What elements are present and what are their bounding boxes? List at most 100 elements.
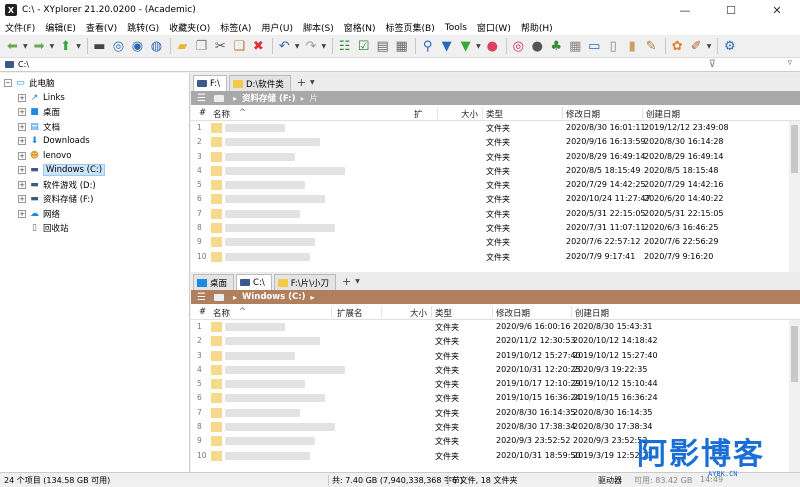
table-row[interactable]: 10 文件夹 2020/7/9 9:17:41 2020/7/9 9:16:20 [191,250,800,264]
hamburger-menu-icon[interactable]: ☰ [197,93,206,104]
column-divider[interactable] [492,306,493,318]
expand-icon[interactable]: + [18,122,26,131]
maximize-button[interactable]: ☐ [708,0,754,20]
paint-icon[interactable]: ✐ [688,38,705,55]
column-extension[interactable]: 扩展名 [337,307,363,319]
table-row[interactable]: 6 文件夹 2020/10/24 11:27:47 2020/6/20 14:40:2… [191,192,800,206]
undo-icon[interactable]: ↶ [276,38,293,55]
menu-user[interactable]: 用户(U) [256,21,298,34]
expand-icon[interactable]: + [18,137,26,146]
paste-icon[interactable]: ❑ [231,38,248,55]
menu-tags[interactable]: 标签(A) [215,21,256,34]
split-vertical-icon[interactable]: ▯ [605,38,622,55]
column-divider[interactable] [562,107,563,119]
table-row[interactable]: 5 文件夹 2019/10/17 12:10:29 2019/10/12 15:10:… [191,377,800,391]
tab-list-dropdown-icon[interactable]: ▼ [355,278,360,285]
column-size[interactable]: 大小 [410,307,427,319]
scrollbar-thumb[interactable] [791,326,798,382]
add-tab-button[interactable]: + [293,76,310,89]
forward-arrow-icon[interactable]: ➡ [31,38,48,55]
table-row[interactable]: 2 文件夹 2020/11/2 12:30:53 2020/10/12 14:18:4… [191,334,800,348]
column-divider[interactable] [571,306,572,318]
expand-icon[interactable]: + [18,151,26,160]
tree-item[interactable]: + ↗ Links [0,91,189,106]
table-row[interactable]: 8 文件夹 2020/7/31 11:07:11 2020/6/3 16:46:25 [191,221,800,235]
breadcrumb-item[interactable]: 片 [309,92,318,104]
vertical-scrollbar[interactable] [789,320,800,472]
breadcrumb-item[interactable]: Windows (C:) [242,292,306,302]
tab-f-drive[interactable]: F:\ [193,75,227,91]
filter-icon[interactable]: ⊽ [709,59,716,70]
lock-icon[interactable]: ▦ [393,38,410,55]
filter-icon[interactable]: ▼ [438,38,455,55]
spiral-icon[interactable]: ◎ [510,38,527,55]
table-row[interactable]: 4 文件夹 2020/10/31 12:20:25 2020/9/3 19:22:35 [191,363,800,377]
menu-panes[interactable]: 窗格(N) [339,21,381,34]
moon-icon[interactable]: ● [529,38,546,55]
tree-item[interactable]: + ■ 桌面 [0,105,189,120]
column-type[interactable]: 类型 [486,108,503,120]
forward-dropdown-icon[interactable]: ▼ [50,43,55,50]
table-row[interactable]: 7 文件夹 2020/5/31 22:15:05 2020/5/31 22:15:05 [191,207,800,221]
expand-icon[interactable]: + [18,108,26,117]
table-row[interactable]: 2 文件夹 2020/9/16 16:13:59 2020/8/30 16:14:28 [191,135,800,149]
column-size[interactable]: 大小 [461,108,478,120]
table-row[interactable]: 3 文件夹 2019/10/12 15:27:40 2019/10/12 15:27:… [191,349,800,363]
menu-script[interactable]: 脚本(S) [298,21,339,34]
tree-item[interactable]: + ☁ 网络 [0,207,189,222]
tree-item[interactable]: + ▤ 文档 [0,120,189,135]
tree-item[interactable]: + ▬ 资料存储 (F:) [0,192,189,207]
column-divider[interactable] [381,306,382,318]
find-icon[interactable]: ◉ [129,38,146,55]
tab-f-knife[interactable]: F:\片\小刀 [273,274,337,290]
table-row[interactable]: 6 文件夹 2019/10/15 16:36:24 2019/10/15 16:36:… [191,391,800,405]
expand-icon[interactable]: + [18,93,26,102]
up-arrow-icon[interactable]: ⬆ [57,38,74,55]
split-horizontal-icon[interactable]: ▭ [586,38,603,55]
column-divider[interactable] [437,107,438,119]
close-button[interactable]: ✕ [754,0,800,20]
tree-icon[interactable]: ♣ [548,38,565,55]
expand-icon[interactable]: + [18,209,26,218]
add-tab-button[interactable]: + [338,275,355,288]
paint-dropdown-icon[interactable]: ▼ [707,43,712,50]
breadcrumb-item[interactable]: 资料存储 (F:) [242,92,295,104]
tab-desktop[interactable]: 桌面 [193,274,235,290]
color-palette-icon[interactable]: ✿ [669,38,686,55]
address-bar[interactable]: C:\ ⊽ ▿ [0,58,800,72]
search-icon[interactable]: ⚲ [419,38,436,55]
tree-view-icon[interactable]: ☷ [336,38,353,55]
expand-icon[interactable]: + [18,195,26,204]
address-dropdown-icon[interactable]: ▿ [787,58,792,68]
column-created[interactable]: 创建日期 [575,307,609,319]
new-folder-icon[interactable]: ▰ [174,38,191,55]
column-divider[interactable] [431,306,432,318]
column-divider[interactable] [482,107,483,119]
menu-go[interactable]: 跳转(G) [122,21,164,34]
column-number[interactable]: # [199,108,206,118]
menu-tabsets[interactable]: 标签页集(B) [381,21,440,34]
minimize-button[interactable]: — [662,0,708,20]
target-icon[interactable]: ◎ [110,38,127,55]
tree-item[interactable]: − ▭ 此电脑 [0,76,189,91]
vertical-scrollbar[interactable] [789,121,800,272]
column-extension[interactable]: 扩 [414,108,423,120]
tree-item[interactable]: ▯ 回收站 [0,221,189,236]
table-row[interactable]: 9 文件夹 2020/7/6 22:57:12 2020/7/6 22:56:29 [191,235,800,249]
table-row[interactable]: 1 文件夹 2020/8/30 16:01:11 2019/12/12 23:49:0… [191,121,800,135]
up-dropdown-icon[interactable]: ▼ [76,43,81,50]
column-type[interactable]: 类型 [435,307,452,319]
tree-item[interactable]: + ⬇ Downloads [0,134,189,149]
collapse-icon[interactable]: − [4,79,12,88]
book-icon[interactable]: ▮ [624,38,641,55]
column-modified[interactable]: 修改日期 [566,108,600,120]
column-divider[interactable] [642,107,643,119]
checkbox-icon[interactable]: ☑ [355,38,372,55]
expand-icon[interactable]: + [18,166,26,175]
expand-icon[interactable]: + [18,180,26,189]
menu-help[interactable]: 帮助(H) [516,21,558,34]
menu-file[interactable]: 文件(F) [0,21,40,34]
table-row[interactable]: 3 文件夹 2020/8/29 16:49:14 2020/8/29 16:49:14 [191,150,800,164]
column-name[interactable]: 名称 [213,307,230,319]
menu-window[interactable]: 窗口(W) [472,21,516,34]
